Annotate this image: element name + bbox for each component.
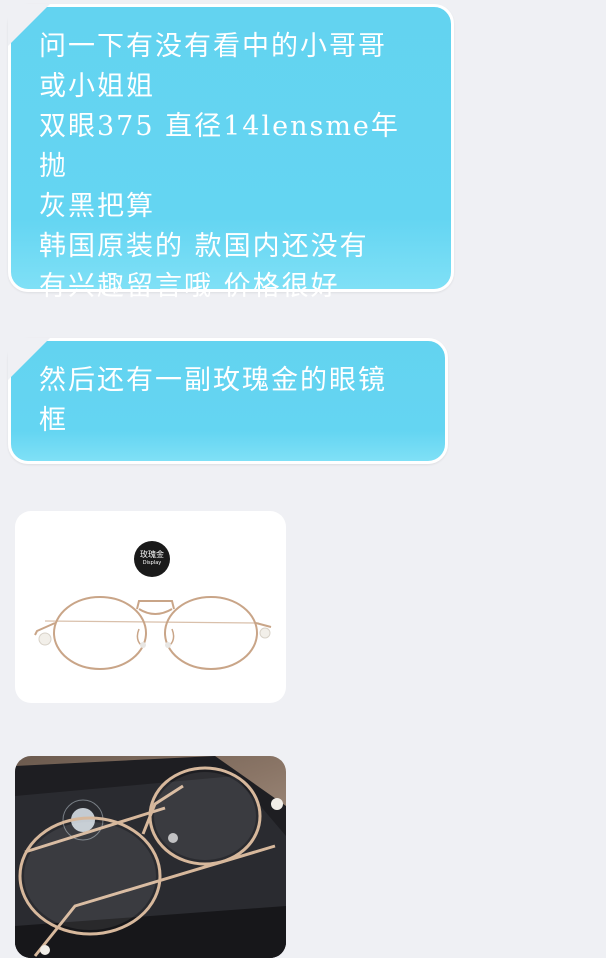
badge-title: 玫瑰金 — [140, 550, 164, 559]
message-text: 然后还有一副玫瑰金的眼镜 框 — [39, 365, 387, 436]
chat-view: 问一下有没有看中的小哥哥 或小姐姐 双眼375 直径14lensme年抛 灰黑把… — [0, 0, 606, 958]
display-badge: 玫瑰金 Display — [134, 541, 170, 577]
message-bubble[interactable]: 然后还有一副玫瑰金的眼镜 框 — [8, 338, 448, 464]
glasses-illustration — [34, 596, 272, 670]
glasses-photo — [15, 756, 286, 958]
image-message-glasses-product[interactable]: 玫瑰金 Display — [15, 511, 286, 703]
message-bubble[interactable]: 问一下有没有看中的小哥哥 或小姐姐 双眼375 直径14lensme年抛 灰黑把… — [8, 4, 454, 302]
image-message-glasses-photo[interactable] — [15, 756, 286, 958]
message-text: 问一下有没有看中的小哥哥 或小姐姐 双眼375 直径14lensme年抛 灰黑把… — [39, 31, 400, 302]
badge-subtitle: Display — [142, 560, 162, 566]
